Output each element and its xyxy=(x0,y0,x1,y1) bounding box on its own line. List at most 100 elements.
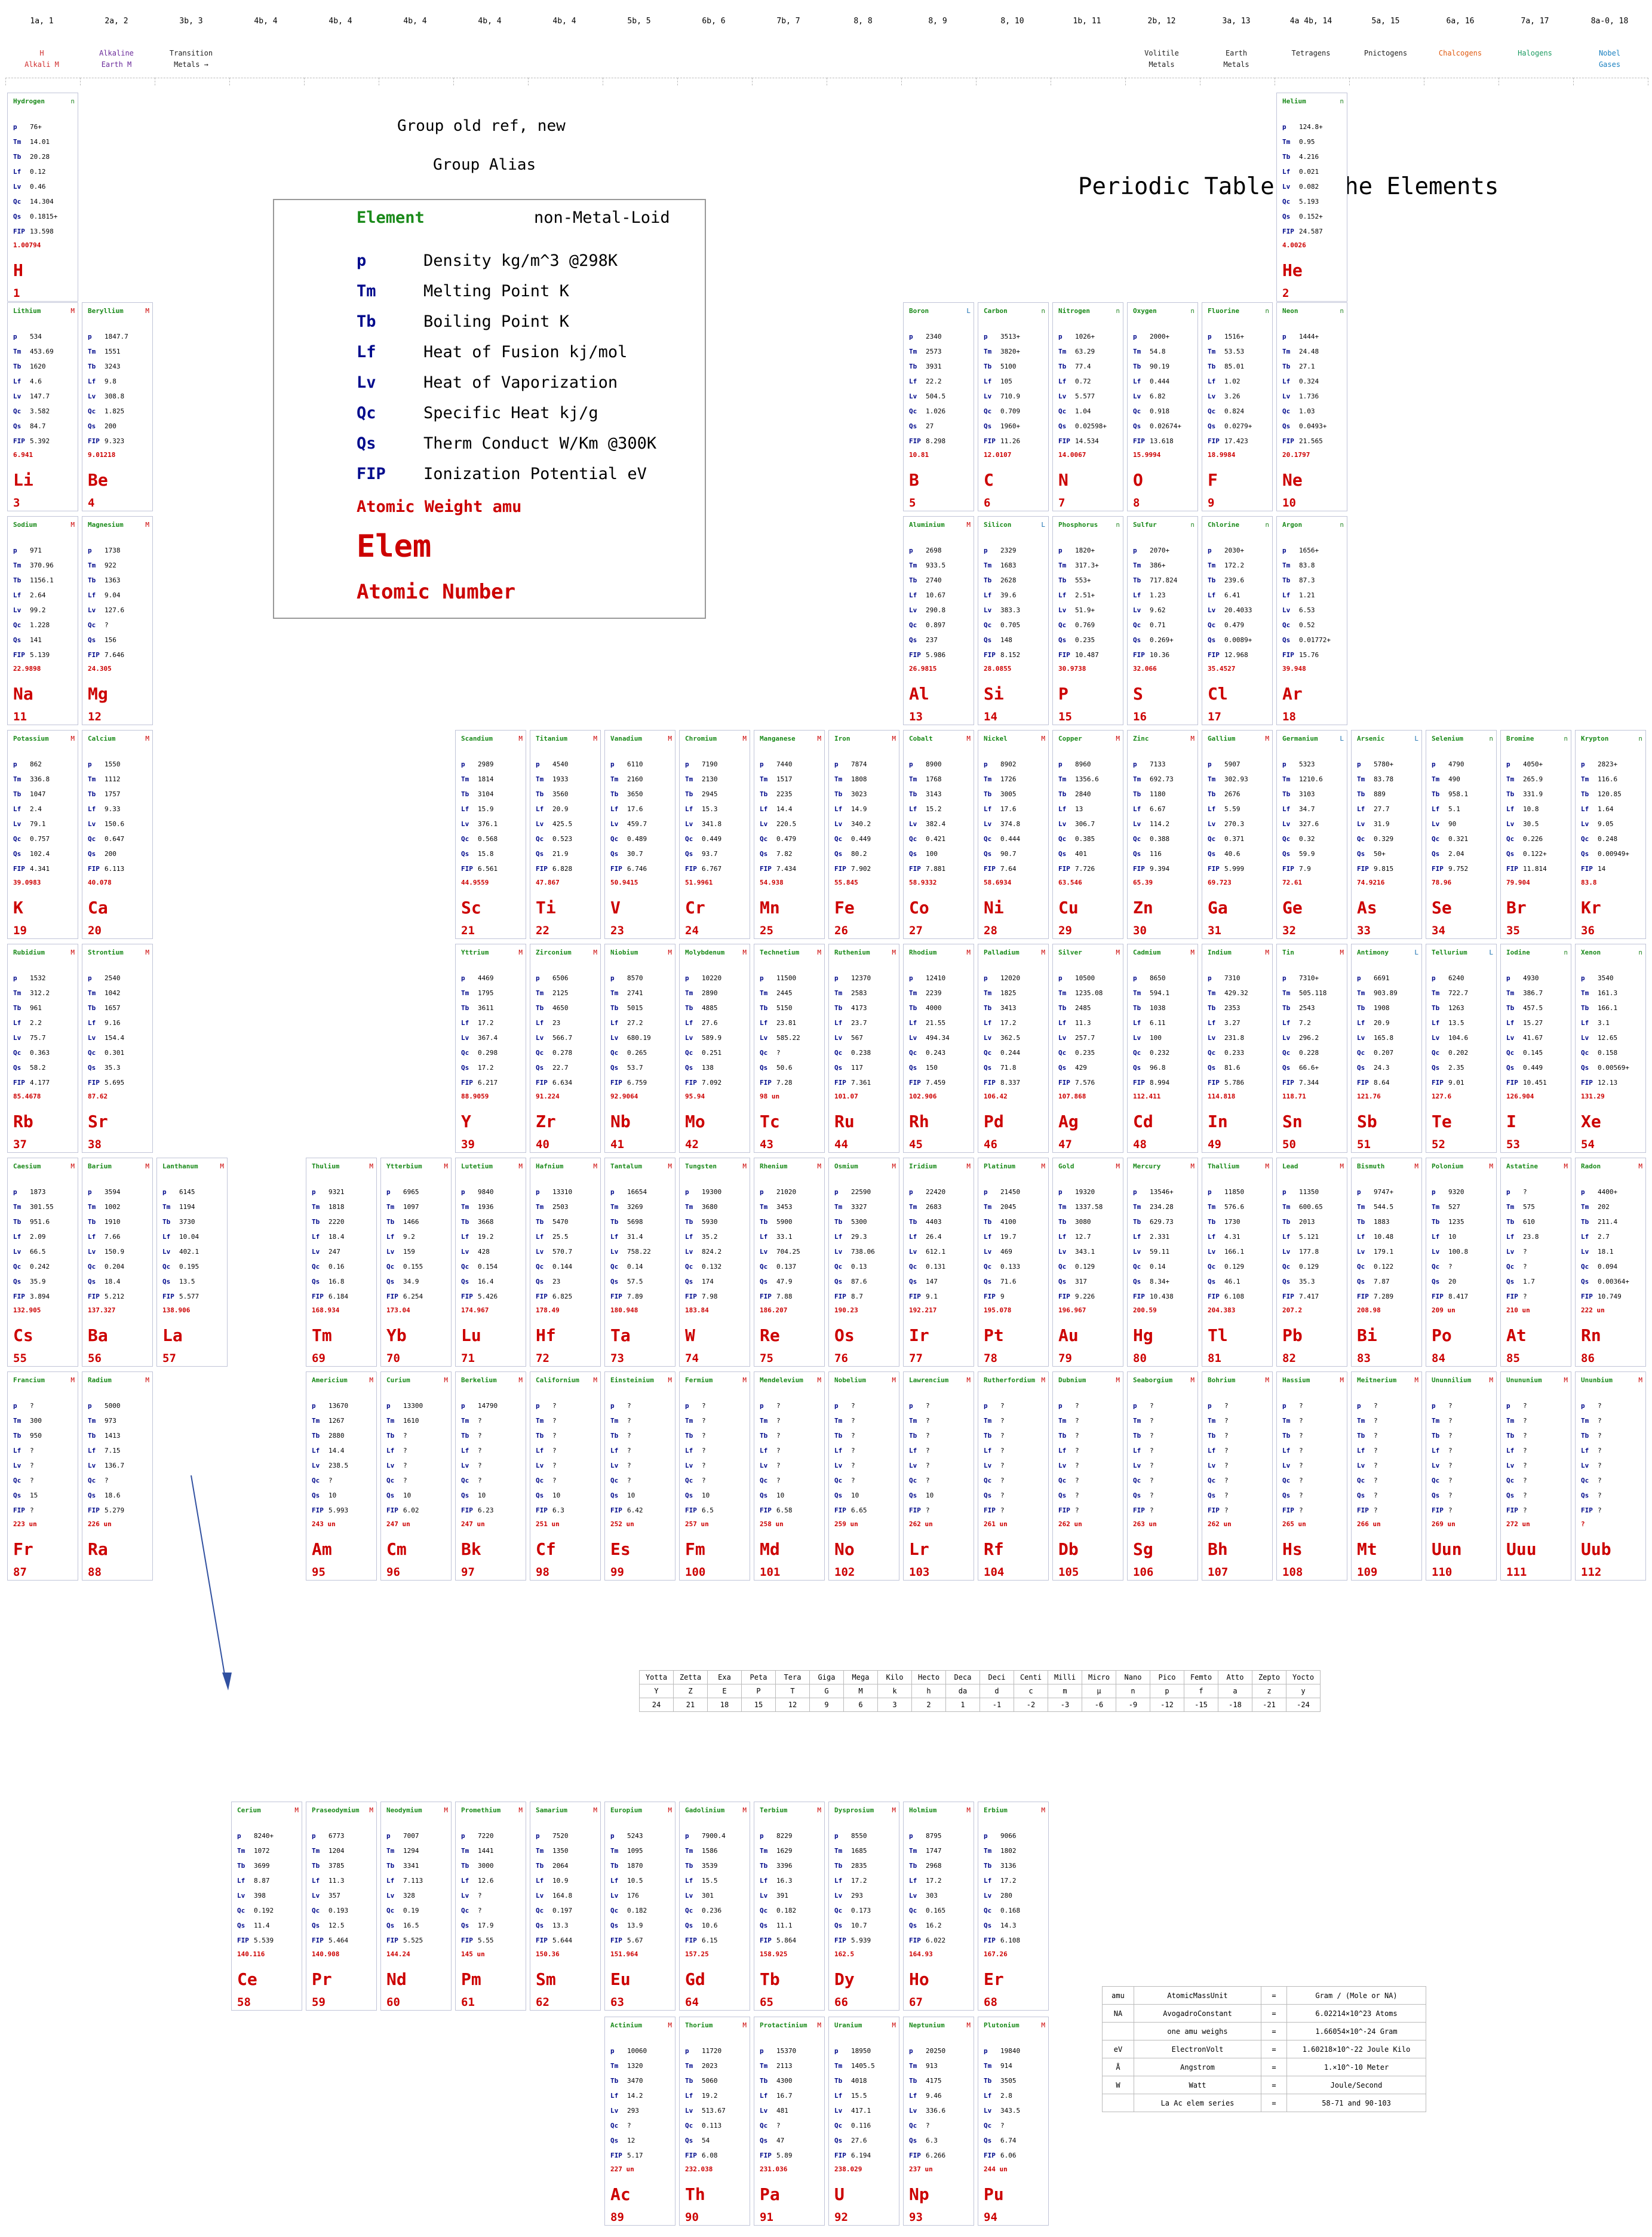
property-key: p xyxy=(13,760,17,768)
property-key: Lv xyxy=(1432,1248,1440,1256)
property-key: Lf xyxy=(461,1019,469,1027)
property-value: ? xyxy=(1150,1417,1154,1425)
property-value: 14.2 xyxy=(627,2092,643,2100)
property-key: Qc xyxy=(88,1049,96,1057)
prefix-name: Mega xyxy=(843,1670,878,1684)
property-value: 17.2 xyxy=(926,1877,942,1885)
atomic-number: 66 xyxy=(834,1996,848,2009)
property-key: Qs xyxy=(1133,1064,1141,1072)
property-value: 5.999 xyxy=(1224,865,1245,873)
property-key: Tb xyxy=(1506,1004,1515,1012)
property-value: 17.6 xyxy=(627,805,643,813)
property-key: Lf xyxy=(461,805,469,813)
property-key: Tm xyxy=(1282,1203,1291,1211)
property-value: 10.7 xyxy=(851,1922,867,1929)
property-key: Qs xyxy=(1357,1492,1365,1499)
group-bracket xyxy=(155,78,230,85)
property-value: 161.3 xyxy=(1598,989,1618,997)
property-key: Tm xyxy=(1058,775,1067,783)
property-value: 5930 xyxy=(702,1218,718,1226)
property-value: 1095 xyxy=(627,1847,643,1855)
property-value: 1814 xyxy=(478,775,494,783)
property-value: 0.129 xyxy=(1299,1263,1319,1271)
property-value: 0.385 xyxy=(1075,835,1095,843)
property-value: 0.192 xyxy=(254,1907,274,1914)
atomic-weight: 272 un xyxy=(1506,1520,1530,1528)
property-value: 6.3 xyxy=(926,2137,938,2144)
property-value: 3.26 xyxy=(1224,392,1240,400)
property-key: FIP xyxy=(1208,437,1220,445)
property-value: 10.9 xyxy=(552,1877,569,1885)
property-value: 9.46 xyxy=(926,2092,942,2100)
prefix-exponent: 24 xyxy=(639,1698,674,1712)
property-key: Qc xyxy=(834,2122,843,2129)
property-value: 6.74 xyxy=(1000,2137,1017,2144)
element-type: M xyxy=(1638,1162,1642,1170)
property-key: Tb xyxy=(1432,1432,1440,1440)
property-key: Tm xyxy=(536,775,544,783)
property-key: Tm xyxy=(1058,1203,1067,1211)
element-type: M xyxy=(668,735,672,742)
property-key: Tm xyxy=(1282,348,1291,355)
atomic-number: 37 xyxy=(13,1138,27,1151)
atomic-number: 10 xyxy=(1282,496,1296,510)
atomic-weight: 85.4678 xyxy=(13,1093,41,1100)
property-key: Tb xyxy=(909,576,917,584)
property-key: Tm xyxy=(685,1417,693,1425)
property-key: Tm xyxy=(1581,1417,1589,1425)
property-key: Qc xyxy=(834,1263,843,1271)
property-key: Lv xyxy=(386,1892,395,1900)
property-value: 9747+ xyxy=(1374,1188,1394,1196)
property-value: 6.82 xyxy=(1150,392,1166,400)
element-cell-v: Vanadium Mp 6110 Tm 2160 Tb 3650 Lf 17.6 Lv 459.7 Q… xyxy=(604,730,675,939)
property-key: FIP xyxy=(461,1937,473,1944)
element-type: M xyxy=(444,1162,448,1170)
element-symbol: Md xyxy=(760,1539,780,1559)
atomic-number: 95 xyxy=(312,1566,326,1579)
property-key: Lf xyxy=(1506,1233,1515,1241)
units-cell xyxy=(1102,2022,1134,2040)
element-properties: p 10220 Tm 2890 Tb 4885 Lf 27.6 Lv 589.9 Qc 0.251 Qs… xyxy=(685,971,721,1090)
element-properties: p 4050+ Tm 265.9 Tb 331.9 Lf 10.8 Lv 30.5 Qc 0.226 Q… xyxy=(1506,757,1547,876)
property-key: p xyxy=(760,974,764,982)
element-properties: p 7133 Tm 692.73 Tb 1180 Lf 6.67 Lv 114.2 Qc 0.388 Q… xyxy=(1133,757,1174,876)
property-value: ? xyxy=(702,1462,706,1469)
property-key: Tm xyxy=(1133,1417,1141,1425)
property-value: 7133 xyxy=(1150,760,1166,768)
property-value: ? xyxy=(1523,1492,1527,1499)
property-key: Lv xyxy=(984,2107,992,2115)
property-key: Lv xyxy=(1357,1248,1365,1256)
property-value: 1883 xyxy=(1374,1218,1390,1226)
property-value: 0.757 xyxy=(30,835,50,843)
property-value: 27 xyxy=(926,422,934,430)
property-value: 0.204 xyxy=(105,1263,125,1271)
property-value: ? xyxy=(1150,1492,1154,1499)
property-value: 8.337 xyxy=(1000,1079,1021,1087)
property-key: Lv xyxy=(461,1462,469,1469)
category-label: Chalcogens xyxy=(1438,49,1482,57)
element-cell-bk: Berkelium Mp 14790 Tm? Tb? Lf? Lv? Qc? Qs 10 FIP 6.… xyxy=(455,1371,526,1581)
property-key: Qs xyxy=(88,1278,96,1285)
element-properties: p 11350 Tm 600.65 Tb 2013 Lf 5.121 Lv 177.8 Qc 0.12… xyxy=(1282,1185,1323,1304)
property-value: 0.168 xyxy=(1000,1907,1021,1914)
property-key: Qc xyxy=(984,835,992,843)
property-value: 202 xyxy=(1598,1203,1610,1211)
property-key: Lf xyxy=(1133,591,1141,599)
property-key: Tm xyxy=(1282,775,1291,783)
property-key: Tb xyxy=(1058,1432,1067,1440)
property-key: FIP xyxy=(88,1293,100,1300)
atomic-number: 50 xyxy=(1282,1138,1296,1151)
property-key: Lf xyxy=(834,1877,843,1885)
units-cell: ElectronVolt xyxy=(1134,2040,1261,2058)
property-key: p xyxy=(1506,760,1510,768)
property-key: Tb xyxy=(685,1218,693,1226)
property-value: 21.9 xyxy=(552,850,569,858)
property-key: Qc xyxy=(536,835,544,843)
element-cell-xe: Xenon n p 3540 Tm 161.3 Tb 166.1 Lf 3.1 Lv 12.65 Qc 0… xyxy=(1575,944,1646,1153)
property-value: 16.5 xyxy=(403,1922,419,1929)
property-value: ? xyxy=(926,1417,930,1425)
element-symbol: Rb xyxy=(13,1112,33,1131)
property-key: Qs xyxy=(984,2137,992,2144)
property-key: Qs xyxy=(610,1492,619,1499)
property-key: Lf xyxy=(1208,1233,1216,1241)
